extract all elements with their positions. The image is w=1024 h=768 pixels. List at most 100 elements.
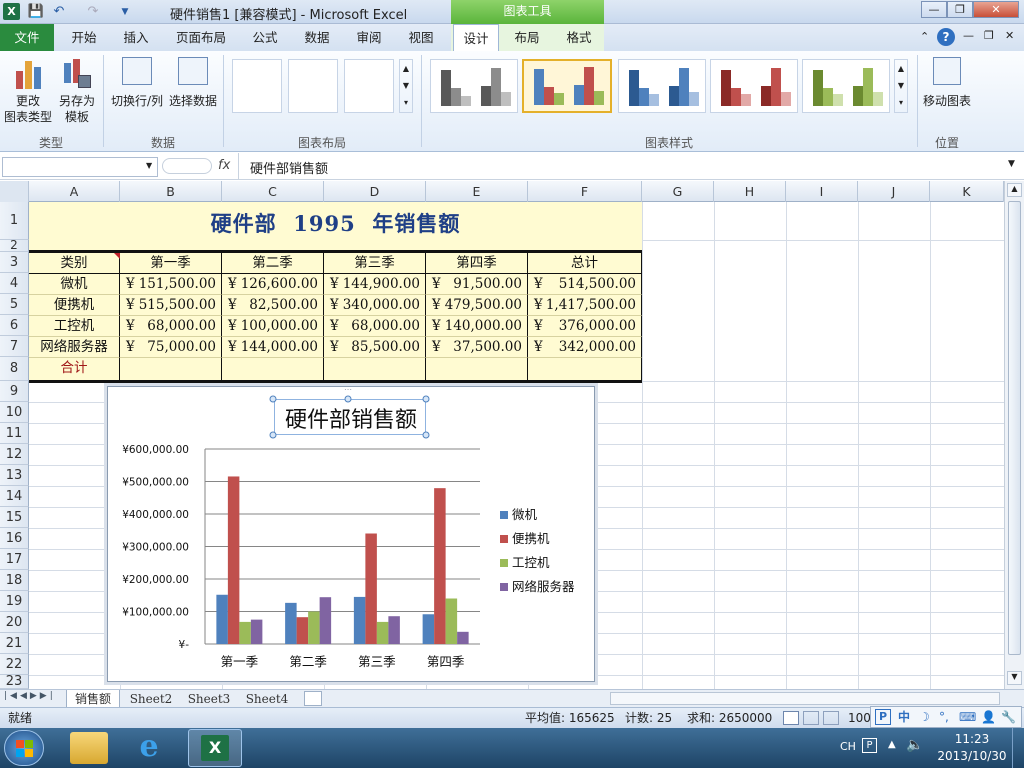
redo-icon[interactable]: ↷ (84, 3, 102, 21)
file-explorer-icon[interactable] (70, 732, 108, 764)
customize-qat-icon[interactable]: ▼ (116, 3, 134, 21)
tab-chart-format[interactable]: 格式 (556, 24, 602, 51)
ime-user-icon[interactable]: 👤 (981, 707, 996, 727)
close-button[interactable]: ✕ (973, 1, 1019, 18)
select-data-icon[interactable] (178, 57, 208, 85)
chart-style-green[interactable] (802, 59, 890, 113)
minimize-button[interactable]: — (921, 1, 947, 18)
value-cell[interactable]: ¥85,500.00 (324, 337, 426, 358)
row-header-12[interactable]: 12 (0, 444, 29, 465)
ime-toolbar[interactable]: P 中 ☽ °, ⌨ 👤 🔧 (870, 706, 1022, 728)
tab-insert[interactable]: 插入 (112, 24, 160, 51)
row-header-21[interactable]: 21 (0, 633, 29, 654)
sheet-tab-3[interactable]: Sheet3 (182, 690, 236, 708)
sheet-tab-2[interactable]: Sheet2 (124, 690, 178, 708)
sheet-tab-4[interactable]: Sheet4 (240, 690, 294, 708)
tab-page-layout[interactable]: 页面布局 (168, 24, 234, 51)
row-header-18[interactable]: 18 (0, 570, 29, 591)
row-header-4[interactable]: 4 (0, 273, 29, 294)
value-cell[interactable]: ¥100,000.00 (222, 316, 324, 337)
row-header-11[interactable]: 11 (0, 423, 29, 444)
column-header-h[interactable]: H (714, 181, 786, 202)
ime-settings-icon[interactable]: 🔧 (1001, 707, 1016, 727)
excel-app-icon[interactable]: X (3, 3, 20, 20)
row-header-9[interactable]: 9 (0, 381, 29, 402)
value-cell[interactable]: ¥479,500.00 (426, 295, 528, 316)
column-header-e[interactable]: E (426, 181, 528, 202)
value-cell[interactable]: ¥342,000.00 (528, 337, 642, 358)
move-chart-button[interactable]: 移动图表 (918, 93, 976, 109)
normal-view-icon[interactable] (783, 711, 799, 725)
value-cell[interactable]: ¥1,417,500.00 (528, 295, 642, 316)
chart-style-blue[interactable] (618, 59, 706, 113)
title-merged-cell[interactable]: 硬件部 1995 年销售额 (29, 202, 642, 240)
row-header-22[interactable]: 22 (0, 654, 29, 675)
scroll-thumb[interactable] (1008, 201, 1021, 655)
formula-bar-splitter[interactable] (162, 158, 212, 174)
value-cell[interactable]: ¥144,000.00 (222, 337, 324, 358)
sheet-tab-active[interactable]: 销售额 (66, 690, 120, 708)
category-cell[interactable]: 便携机 (29, 295, 120, 316)
tab-chart-layout[interactable]: 布局 (504, 24, 550, 51)
excel-taskbar-button[interactable]: X (188, 729, 242, 767)
insert-sheet-icon[interactable] (304, 691, 322, 706)
value-cell[interactable]: ¥68,000.00 (120, 316, 222, 337)
maximize-button[interactable]: ❐ (947, 1, 973, 18)
value-cell[interactable]: ¥376,000.00 (528, 316, 642, 337)
row-header-14[interactable]: 14 (0, 486, 29, 507)
column-header-f[interactable]: F (528, 181, 642, 202)
column-header-g[interactable]: G (642, 181, 714, 202)
column-header-c[interactable]: C (222, 181, 324, 202)
name-box[interactable] (2, 157, 158, 177)
category-cell[interactable]: 工控机 (29, 316, 120, 337)
header-cell[interactable]: 第四季 (426, 253, 528, 274)
select-data-button[interactable]: 选择数据 (166, 93, 220, 109)
row-header-16[interactable]: 16 (0, 528, 29, 549)
header-cell[interactable]: 第二季 (222, 253, 324, 274)
value-cell[interactable]: ¥144,900.00 (324, 274, 426, 295)
tab-view[interactable]: 视图 (398, 24, 444, 51)
ime-keyboard-icon[interactable]: ⌨ (959, 707, 976, 727)
empty-total-cell[interactable] (120, 358, 222, 382)
sheet-nav-arrows[interactable]: |◀◀▶▶| (4, 691, 56, 701)
ime-mode[interactable]: 中 (898, 707, 910, 727)
clock-time[interactable]: 11:23 (940, 732, 1004, 746)
row-header-2[interactable]: 2 (0, 239, 29, 252)
row-header-10[interactable]: 10 (0, 402, 29, 423)
row-header-1[interactable]: 1 (0, 202, 29, 240)
change-chart-type-icon[interactable] (14, 57, 44, 89)
save-as-template-icon[interactable] (62, 57, 92, 89)
column-header-j[interactable]: J (858, 181, 930, 202)
tab-chart-design[interactable]: 设计 (453, 24, 499, 52)
value-cell[interactable]: ¥75,000.00 (120, 337, 222, 358)
tab-formulas[interactable]: 公式 (242, 24, 288, 51)
chart-style-red[interactable] (710, 59, 798, 113)
row-header-20[interactable]: 20 (0, 612, 29, 633)
header-cell[interactable]: 总计 (528, 253, 642, 274)
row-header-8[interactable]: 8 (0, 357, 29, 381)
ime-punct-icon[interactable]: °, (939, 707, 949, 727)
doc-restore-icon[interactable]: ❐ (984, 29, 994, 42)
value-cell[interactable]: ¥126,600.00 (222, 274, 324, 295)
page-break-view-icon[interactable] (823, 711, 839, 725)
chart-layout-option-2[interactable] (288, 59, 338, 113)
empty-total-cell[interactable] (324, 358, 426, 382)
save-as-template-button[interactable]: 另存为 模板 (54, 93, 100, 125)
empty-total-cell[interactable] (222, 358, 324, 382)
volume-icon[interactable]: 🔈 (906, 737, 923, 753)
value-cell[interactable]: ¥151,500.00 (120, 274, 222, 295)
tab-review[interactable]: 审阅 (346, 24, 392, 51)
internet-explorer-icon[interactable]: e (130, 732, 168, 764)
expand-formula-bar-icon[interactable]: ▼ (1008, 159, 1015, 169)
chart-style-multicolor-selected[interactable] (522, 59, 612, 113)
value-cell[interactable]: ¥514,500.00 (528, 274, 642, 295)
zoom-level[interactable]: 100 (848, 708, 871, 728)
ime-tray-icon[interactable]: P (862, 738, 877, 753)
row-header-13[interactable]: 13 (0, 465, 29, 486)
value-cell[interactable]: ¥37,500.00 (426, 337, 528, 358)
value-cell[interactable]: ¥82,500.00 (222, 295, 324, 316)
empty-total-cell[interactable] (426, 358, 528, 382)
column-header-i[interactable]: I (786, 181, 858, 202)
column-header-b[interactable]: B (120, 181, 222, 202)
insert-function-button[interactable]: fx (218, 158, 230, 173)
